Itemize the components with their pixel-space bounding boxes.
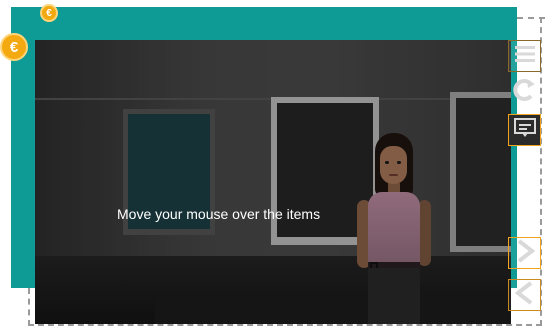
scene-dim-overlay [35, 40, 511, 324]
coin-badge-small: € [40, 4, 58, 22]
closed-caption-icon [513, 117, 536, 143]
gallery-scene: Move your mouse over the items [35, 40, 511, 324]
captions-button[interactable] [508, 114, 541, 146]
chevron-left-icon [514, 280, 536, 311]
hamburger-menu-icon [514, 44, 536, 69]
slide-outline-top [517, 17, 545, 19]
menu-button[interactable] [508, 40, 541, 72]
replay-icon [512, 78, 537, 107]
next-button[interactable] [508, 237, 541, 269]
coin-badge-large: € [0, 33, 28, 61]
slide-outline-left [28, 288, 30, 326]
instruction-text: Move your mouse over the items [117, 206, 321, 222]
player-toolbar [508, 40, 542, 324]
chevron-right-icon [514, 238, 536, 269]
replay-button[interactable] [508, 76, 541, 108]
previous-button[interactable] [508, 279, 541, 311]
